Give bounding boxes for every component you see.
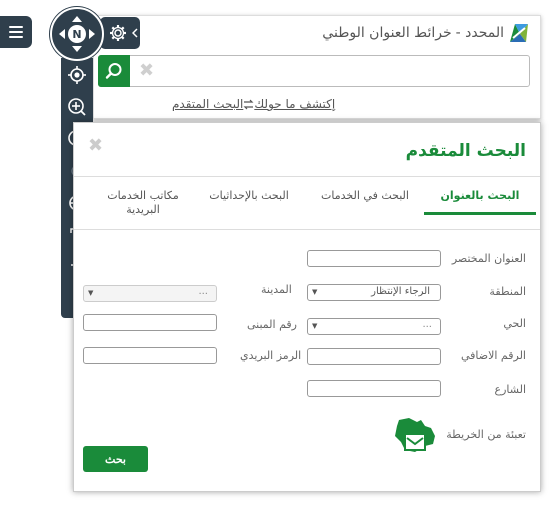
menu-icon-bar (9, 31, 23, 33)
tab-search-by-address[interactable]: البحث بالعنوان (424, 183, 536, 215)
zoom-in-button[interactable] (61, 92, 93, 122)
postal-code-label: الرمز البريدي (240, 349, 302, 362)
search-button[interactable] (98, 55, 130, 87)
pan-left-icon[interactable] (59, 29, 65, 39)
tab-postal-offices[interactable]: مكاتب الخدمات البريدية (98, 183, 188, 216)
tab-search-in-services[interactable]: البحث في الخدمات (310, 183, 420, 215)
city-select[interactable]: ▼ ... (83, 285, 217, 302)
explore-nearby-link[interactable]: إكتشف ما حولك (254, 97, 335, 111)
app-logo-icon (510, 24, 528, 42)
street-input[interactable] (307, 380, 441, 397)
district-label: الحي (503, 317, 526, 330)
swap-arrows-icon (243, 99, 254, 110)
postal-code-input[interactable] (83, 347, 217, 364)
title-suffix: المحدد - (455, 25, 504, 41)
panel-title: البحث المتقدم (405, 141, 526, 161)
search-card: المحدد - خرائط العنوان الوطني ✖ إكتشف ما… (93, 15, 541, 119)
menu-icon-bar (9, 26, 23, 28)
dropdown-arrow-icon: ▼ (312, 288, 318, 296)
pan-down-icon[interactable] (72, 46, 82, 52)
menu-button[interactable] (0, 16, 32, 48)
zoom-in-icon (68, 98, 86, 116)
map-fill-label: تعبئة من الخريطة (446, 428, 526, 441)
menu-icon-bar (9, 36, 23, 38)
district-value: ... (422, 319, 432, 330)
street-label: الشارع (494, 383, 526, 396)
region-select[interactable]: ▼ الرجاء الإنتظار (307, 284, 441, 301)
advanced-search-link[interactable]: البحث المتقدم (172, 97, 243, 111)
tab-bar: البحث بالعنوان البحث في الخدمات البحث با… (74, 183, 540, 225)
short-address-label: العنوان المختصر (451, 252, 526, 265)
app-title: خرائط العنوان الوطني (322, 25, 452, 41)
brand: المحدد - خرائط العنوان الوطني (322, 22, 530, 44)
submit-search-button[interactable]: بحث (83, 446, 148, 472)
search-input[interactable]: ✖ (98, 55, 530, 87)
building-number-label: رقم المبنى (247, 318, 297, 331)
compass-icon: N (59, 16, 95, 52)
dropdown-arrow-icon: ▼ (88, 289, 94, 297)
locate-button[interactable] (61, 60, 93, 90)
close-icon[interactable]: ✖ (88, 135, 103, 156)
divider (74, 229, 540, 230)
pan-right-icon[interactable] (89, 29, 95, 39)
advanced-search-panel: ✖ البحث المتقدم البحث بالعنوان البحث في … (73, 122, 541, 492)
settings-button[interactable] (100, 17, 140, 49)
city-value: ... (198, 286, 208, 297)
search-links: إكتشف ما حولك البحث المتقدم (172, 97, 335, 111)
dropdown-arrow-icon: ▼ (312, 322, 318, 330)
caret-left-icon (132, 28, 138, 38)
saudi-map-fill-icon[interactable] (391, 416, 441, 460)
divider (74, 176, 540, 177)
region-label: المنطقة (489, 285, 526, 298)
tab-search-by-coordinates[interactable]: البحث بالإحداثيات (194, 183, 304, 215)
additional-number-input[interactable] (307, 348, 441, 365)
search-icon (105, 63, 122, 79)
pan-up-icon[interactable] (72, 16, 82, 22)
additional-number-label: الرقم الاضافي (460, 349, 526, 362)
clear-search-icon[interactable]: ✖ (139, 60, 154, 81)
region-value: الرجاء الإنتظار (371, 286, 430, 297)
short-address-input[interactable] (307, 250, 441, 267)
city-label: المدينة (261, 283, 292, 296)
gear-icon (110, 25, 126, 41)
locate-icon (68, 66, 86, 84)
compass-north-label: N (72, 28, 81, 41)
district-select[interactable]: ▼ ... (307, 318, 441, 335)
compass-pan-control[interactable]: N (50, 7, 104, 61)
building-number-input[interactable] (83, 314, 217, 331)
